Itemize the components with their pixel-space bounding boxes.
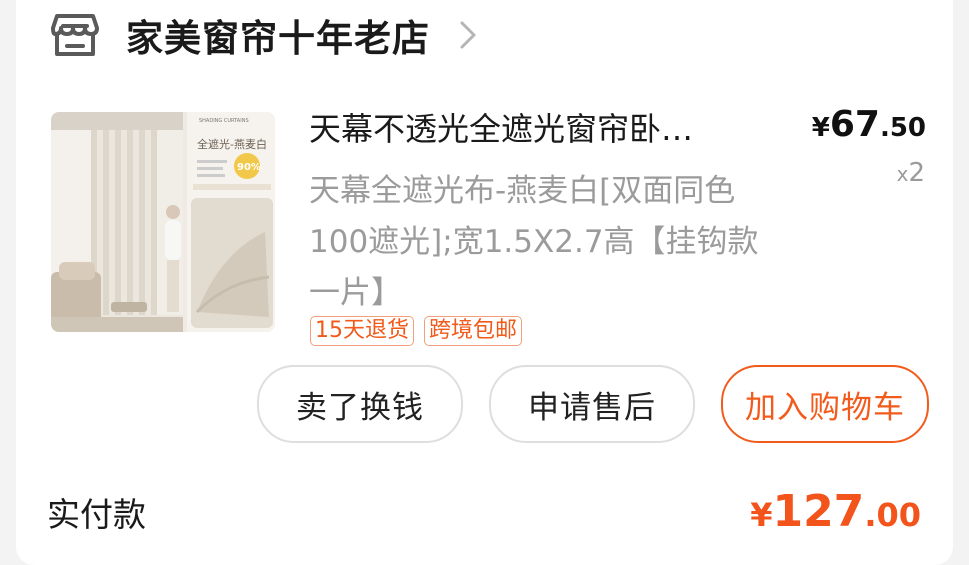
chevron-right-icon — [458, 17, 480, 53]
tag-return-policy: 15天退货 — [310, 316, 414, 346]
amount-paid: ¥127.00 — [750, 486, 921, 537]
sell-button[interactable]: 卖了换钱 — [257, 365, 463, 443]
quantity-value: 2 — [908, 158, 925, 188]
thumbnail-banner: SHADING CURTAINS — [199, 118, 249, 124]
shop-header[interactable]: 家美窗帘十年老店 — [50, 6, 480, 64]
unit-price: ¥67.50 — [812, 104, 926, 145]
quantity-prefix: x — [896, 162, 909, 186]
store-icon — [50, 10, 100, 60]
service-tags: 15天退货 跨境包邮 — [310, 316, 523, 346]
thumbnail-heading: 全遮光-燕麦白 — [197, 137, 267, 151]
price-decimal: .50 — [879, 113, 926, 143]
total-decimal: .00 — [864, 496, 921, 534]
thumbnail-badge: 90% — [237, 162, 261, 173]
product-sku: 天幕全遮光布-燕麦白[双面同色100遮光];宽1.5X2.7高【挂钩款一片】 — [309, 173, 759, 311]
shop-name[interactable]: 家美窗帘十年老店 — [126, 8, 430, 62]
product-title[interactable]: 天幕不透光全遮光窗帘卧… — [309, 104, 769, 154]
price-currency: ¥ — [811, 113, 830, 143]
total-integer: 127 — [772, 486, 865, 537]
add-to-cart-button[interactable]: 加入购物车 — [721, 365, 929, 443]
product-thumbnail[interactable]: SHADING CURTAINS 全遮光-燕麦白 90% — [51, 112, 275, 332]
total-currency: ¥ — [750, 496, 773, 534]
quantity: x2 — [897, 158, 925, 188]
tag-free-shipping: 跨境包邮 — [424, 316, 523, 346]
amount-paid-label: 实付款 — [47, 495, 146, 534]
price-integer: 67 — [829, 104, 880, 145]
order-card: 家美窗帘十年老店 SHADING CURTAINS 全遮光-燕麦白 90% 天幕… — [16, 0, 953, 565]
after-sales-button[interactable]: 申请售后 — [489, 365, 695, 443]
